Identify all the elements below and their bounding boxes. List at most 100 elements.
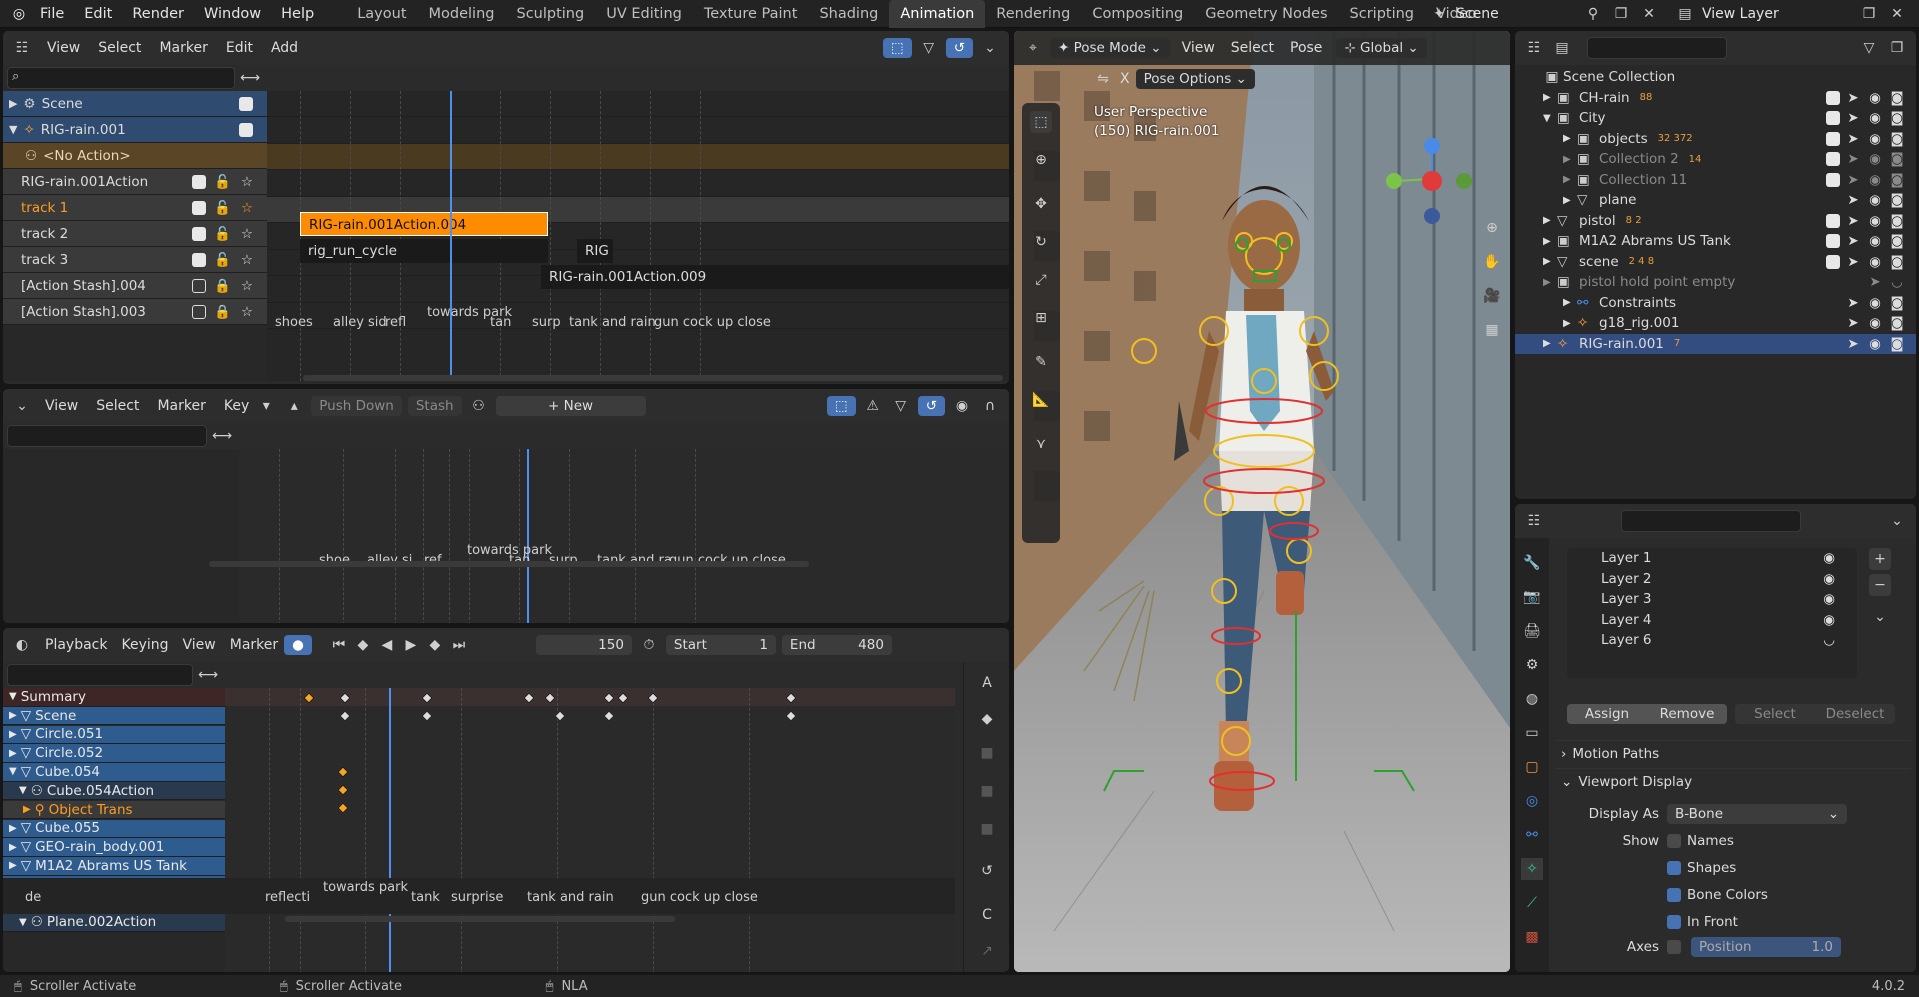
eye-icon[interactable]: ◉ — [1823, 612, 1835, 628]
nla-playhead[interactable] — [450, 91, 452, 381]
timeline-marker[interactable]: surprise — [451, 890, 503, 905]
names-checkbox[interactable] — [1667, 834, 1681, 848]
camera-icon[interactable]: ◙ — [1888, 233, 1906, 249]
dropdown-icon[interactable]: ▾ — [255, 395, 277, 417]
view-layer-name[interactable]: View Layer — [1702, 6, 1852, 22]
swap-icon[interactable]: ⟷ — [239, 67, 261, 89]
scene-collection-row[interactable]: ▣ Scene Collection — [1515, 67, 1916, 88]
nla-strip-action-004[interactable]: RIG-rain.001Action.004 — [300, 212, 548, 236]
new-view-layer-icon[interactable]: ❐ — [1858, 3, 1880, 25]
output-tab-icon[interactable]: 🖨 — [1521, 620, 1543, 642]
orientation-dropdown[interactable]: ⊹ Global ⌄ — [1336, 38, 1427, 58]
expand-arrow-icon[interactable]: ▶ — [1543, 277, 1557, 288]
select-button[interactable]: Select — [1735, 704, 1815, 724]
solo-star-icon[interactable]: ☆ — [241, 252, 253, 268]
chevron-down-icon[interactable]: ⌄ — [979, 37, 1001, 59]
expand-arrow-icon[interactable]: ▼ — [1543, 113, 1557, 124]
jump-end-icon[interactable]: ⏭ — [448, 634, 470, 656]
nla-channel-object[interactable]: ▼ ✧ RIG-rain.001 — [3, 117, 267, 143]
menu-playback[interactable]: Playback — [45, 637, 107, 653]
toggle-icon[interactable]: ■ — [976, 780, 998, 802]
assign-button[interactable]: Assign — [1567, 704, 1647, 724]
timeline-marker[interactable]: tank and rain — [527, 890, 614, 905]
tab-animation[interactable]: Animation — [889, 0, 986, 28]
new-action-button[interactable]: + New — [495, 396, 646, 416]
menu-marker[interactable]: Marker — [159, 40, 207, 56]
dopesheet-channel-blue[interactable]: ▶ ▽ GEO-rain_body.001 — [3, 838, 225, 857]
tab-rendering[interactable]: Rendering — [985, 0, 1081, 28]
action-playhead[interactable] — [527, 449, 529, 623]
timeline-marker[interactable]: alley sid — [333, 315, 387, 330]
expand-arrow-icon[interactable]: ▶ — [1563, 154, 1577, 165]
timeline-marker[interactable]: tank and rain — [569, 315, 656, 330]
expand-arrow-icon[interactable]: ▶ — [1543, 92, 1557, 103]
menu-view[interactable]: View — [47, 40, 80, 56]
expand-arrow-icon[interactable]: ▼ — [9, 766, 17, 777]
dopesheet-channel-blue[interactable]: ▶ ▽ Circle.052 — [3, 744, 225, 763]
timeline-marker[interactable]: refl — [385, 315, 406, 330]
physics-tab-icon[interactable]: ◎ — [1521, 790, 1543, 812]
layer-item[interactable]: Layer 1 ◉ — [1567, 548, 1857, 569]
tab-scripting[interactable]: Scripting — [1339, 0, 1425, 28]
nla-tracks-area[interactable]: RIG-rain.001Action.004 rig_run_cycle RIG RI… — [267, 91, 1009, 381]
proportional-icon[interactable]: ◉ — [951, 395, 973, 417]
timeline-marker[interactable]: gun cock up close — [654, 315, 771, 330]
dopesheet-scrollbar[interactable] — [285, 916, 675, 922]
dopesheet-channel-blue[interactable]: ▶ ▽ Scene — [3, 706, 225, 726]
expand-arrow-icon[interactable]: ▼ — [19, 785, 27, 796]
expand-arrow-icon[interactable]: ▶ — [9, 842, 17, 853]
camera-icon[interactable]: ◙ — [1888, 254, 1906, 270]
nla-strip-run-cycle[interactable]: rig_run_cycle — [300, 239, 548, 263]
text-icon[interactable]: A — [976, 672, 998, 694]
eye-icon[interactable]: ◉ — [1866, 315, 1884, 331]
tab-sculpting[interactable]: Sculpting — [505, 0, 595, 28]
eye-icon[interactable]: ◉ — [1866, 254, 1884, 270]
select-arrow-icon[interactable]: ➤ — [1844, 90, 1862, 106]
move-icon[interactable]: ✥ — [1030, 193, 1052, 215]
eye-icon[interactable]: ◉ — [1866, 213, 1884, 229]
axes-position-field[interactable]: Position 1.0 — [1691, 937, 1841, 957]
menu-select[interactable]: Select — [98, 40, 141, 56]
constraints-tab-icon[interactable]: ⚯ — [1521, 824, 1543, 846]
dopesheet-channel-blue[interactable]: ▼ ▽ Cube.054 — [3, 763, 225, 782]
menu-file[interactable]: File — [30, 0, 74, 28]
menu-pose[interactable]: Pose — [1290, 40, 1322, 56]
viewport-display-panel[interactable]: ⌄ Viewport Display — [1555, 768, 1911, 794]
expand-arrow-icon[interactable]: ▶ — [1543, 256, 1557, 267]
scale-icon[interactable]: ⤢ — [1030, 269, 1052, 291]
expand-arrow-icon[interactable]: ▶ — [1563, 318, 1577, 329]
timeline-marker[interactable]: tank — [411, 890, 440, 905]
eye-icon[interactable]: ◉ — [1866, 336, 1884, 352]
select-arrow-icon[interactable]: ➤ — [1844, 110, 1862, 126]
expand-arrow-icon[interactable]: ▶ — [1543, 236, 1557, 247]
include-checkbox[interactable] — [1826, 234, 1840, 249]
menu-edit[interactable]: Edit — [74, 0, 122, 28]
nla-channel-track-active[interactable]: track 1 🔓 ☆ — [3, 195, 267, 221]
outliner-row[interactable]: ▶ ▣ Collection 11 ➤ ◉ ◙ — [1515, 170, 1916, 191]
mute-checkbox[interactable] — [192, 174, 207, 189]
object-tab-icon[interactable]: ▢ — [1521, 756, 1543, 778]
layer-item[interactable]: Layer 3 ◉ — [1567, 589, 1857, 610]
outliner-row[interactable]: ▶ ▽ pistol 8 2 ➤ ◉ ◙ — [1515, 211, 1916, 232]
armature-tab-icon[interactable]: ✧ — [1521, 858, 1543, 880]
up-icon[interactable]: ▴ — [283, 395, 305, 417]
timeline-marker[interactable]: towards park — [323, 880, 408, 895]
end-frame-field[interactable]: End 480 — [781, 635, 892, 655]
layer-item[interactable]: Layer 2 ◉ — [1567, 569, 1857, 590]
layer-item[interactable]: Layer 6 ◡ — [1567, 630, 1857, 651]
mirror-icon[interactable]: ⇋ — [1092, 68, 1114, 90]
toggle-icon[interactable]: ■ — [976, 818, 998, 840]
copy-icon[interactable]: C — [976, 904, 998, 926]
action-keyframe-area[interactable]: shoealley sireftowards parktansurptank a… — [209, 449, 1009, 623]
axes-checkbox[interactable] — [1667, 940, 1681, 954]
expand-arrow-icon[interactable]: ▶ — [1543, 215, 1557, 226]
action-search-input[interactable] — [7, 425, 207, 447]
new-collection-icon[interactable]: ❐ — [1886, 37, 1908, 59]
ds-search-input[interactable] — [7, 664, 193, 686]
dopesheet-channel-blue[interactable]: ▶ ▽ Cube.055 — [3, 819, 225, 839]
dopesheet-channel-sub[interactable]: ▼ ⚇ Cube.054Action — [3, 781, 225, 801]
camera-icon[interactable]: ◙ — [1888, 315, 1906, 331]
display-as-dropdown[interactable]: B-Bone ⌄ — [1667, 804, 1847, 824]
tab-layout[interactable]: Layout — [346, 0, 417, 28]
collection-tab-icon[interactable]: ▭ — [1521, 722, 1543, 744]
